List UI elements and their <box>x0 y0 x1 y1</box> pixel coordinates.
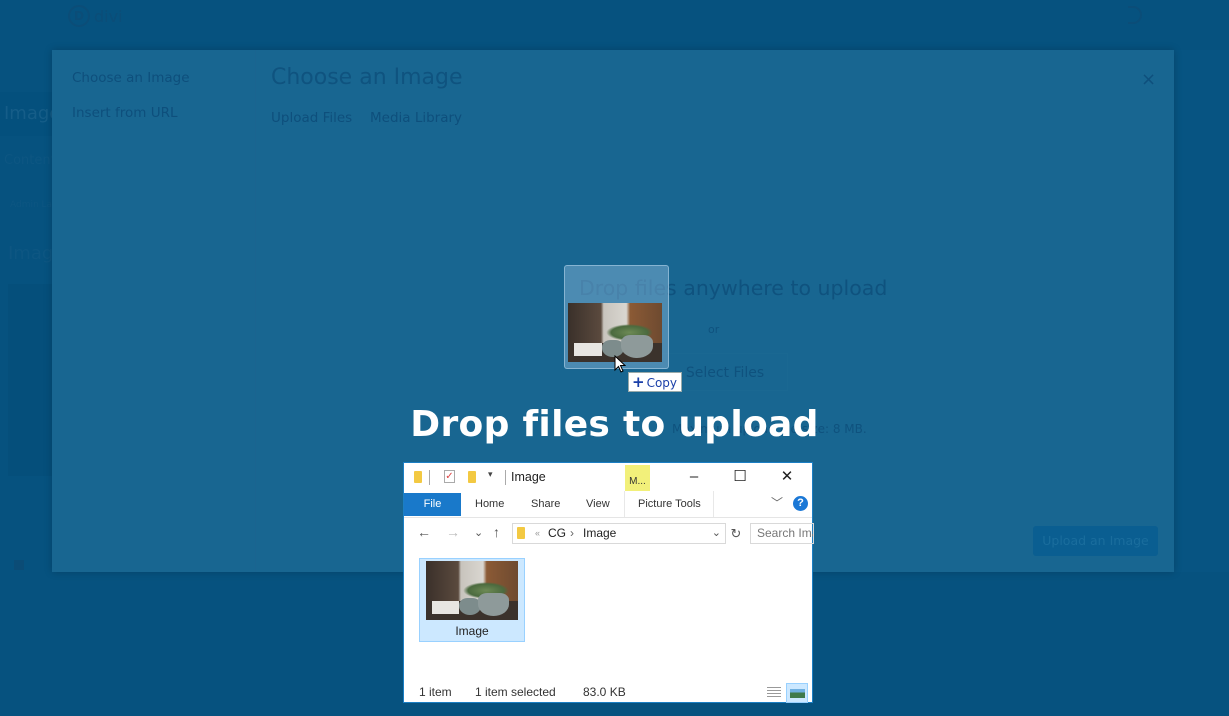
divider <box>713 491 714 517</box>
sidebar-item-choose-image[interactable]: Choose an Image <box>72 70 190 86</box>
recent-locations-icon[interactable]: ⌄ <box>474 526 483 539</box>
tab-home[interactable]: Home <box>475 493 504 516</box>
copy-label: Copy <box>646 376 678 390</box>
breadcrumb-separator: › <box>570 526 574 540</box>
new-folder-icon[interactable] <box>468 471 476 483</box>
forward-icon[interactable]: → <box>446 524 460 540</box>
path-overflow[interactable]: « <box>535 524 540 543</box>
details-view-button[interactable] <box>763 683 785 703</box>
copy-tooltip: + Copy <box>628 372 682 392</box>
ribbon-tabs: File Home Share View Picture Tools ﹀ ? <box>404 491 812 518</box>
expand-ribbon-icon[interactable]: ﹀ <box>771 494 783 511</box>
selection-size: 83.0 KB <box>583 685 626 699</box>
divider <box>624 491 625 517</box>
status-bar: 1 item 1 item selected 83.0 KB <box>404 683 812 703</box>
background-footer-icon <box>14 560 24 570</box>
image-thumbnail <box>426 561 518 620</box>
window-title: Image <box>511 470 546 484</box>
back-icon[interactable]: ← <box>417 524 431 540</box>
address-bar[interactable]: « CG › Image ⌄ <box>512 523 726 544</box>
drop-overlay-text: Drop files to upload <box>410 404 819 445</box>
divi-logo: D divi <box>68 5 123 27</box>
manage-context-tab[interactable]: M... <box>625 465 650 491</box>
drag-ghost <box>564 265 669 369</box>
breadcrumb-cg[interactable]: CG <box>548 524 566 543</box>
search-input[interactable]: Search Image <box>750 523 814 544</box>
close-button[interactable]: ✕ <box>764 463 810 491</box>
plus-icon: + <box>632 373 645 391</box>
explorer-titlebar[interactable]: ✓ ▾ Image M... – ☐ ✕ <box>404 463 812 491</box>
address-dropdown-icon[interactable]: ⌄ <box>712 524 721 543</box>
modal-title: Choose an Image <box>271 65 463 90</box>
tab-picture-tools[interactable]: Picture Tools <box>638 493 701 516</box>
tab-media-library[interactable]: Media Library <box>370 110 462 126</box>
divider <box>505 470 506 485</box>
refresh-icon[interactable]: ↻ <box>727 523 745 544</box>
upload-image-button[interactable]: Upload an Image <box>1033 526 1158 556</box>
selection-count: 1 item selected <box>475 685 556 699</box>
properties-icon[interactable]: ✓ <box>444 470 455 483</box>
logo-text: divi <box>94 6 123 26</box>
up-icon[interactable]: ↑ <box>493 524 500 540</box>
sidebar-item-insert-url[interactable]: Insert from URL <box>72 105 178 121</box>
large-icons-view-button[interactable] <box>786 683 808 703</box>
folder-icon <box>414 471 422 483</box>
help-icon[interactable]: ? <box>793 496 808 511</box>
tab-file[interactable]: File <box>404 493 461 516</box>
background-subtab: Content <box>4 153 52 168</box>
minimize-button[interactable]: – <box>671 463 717 491</box>
app-header: D divi <box>0 0 1229 50</box>
details-view-icon <box>767 687 781 698</box>
tab-upload-files[interactable]: Upload Files <box>271 110 352 126</box>
dragged-image-thumbnail <box>568 303 662 362</box>
close-icon[interactable]: × <box>1141 69 1156 90</box>
tab-share[interactable]: Share <box>531 493 560 516</box>
divider <box>429 470 430 485</box>
folder-icon <box>517 527 525 539</box>
large-icons-view-icon <box>790 689 805 698</box>
breadcrumb-image[interactable]: Image <box>583 524 616 543</box>
customize-quick-access-icon[interactable]: ▾ <box>488 469 493 480</box>
logo-icon: D <box>68 5 90 27</box>
background-box <box>8 284 52 476</box>
background-tab: Image <box>0 92 52 136</box>
tab-view[interactable]: View <box>586 493 610 516</box>
file-explorer-window: ✓ ▾ Image M... – ☐ ✕ File Home Share Vie… <box>403 462 814 703</box>
background-title: Image <box>8 243 52 264</box>
or-text: or <box>708 323 720 336</box>
header-action-icon <box>1128 6 1142 24</box>
background-label: Admin Label <box>10 200 52 210</box>
file-name: Image <box>455 624 489 638</box>
navigation-bar: ← → ⌄ ↑ « CG › Image ⌄ ↻ Search Image <box>404 521 814 547</box>
background-settings-panel: Image Content Admin Label Image <box>0 50 52 590</box>
file-item[interactable]: Image <box>419 558 525 642</box>
item-count: 1 item <box>419 685 452 699</box>
modal-sidebar: Choose an Image Insert from URL <box>52 50 256 572</box>
maximize-button[interactable]: ☐ <box>717 463 763 491</box>
